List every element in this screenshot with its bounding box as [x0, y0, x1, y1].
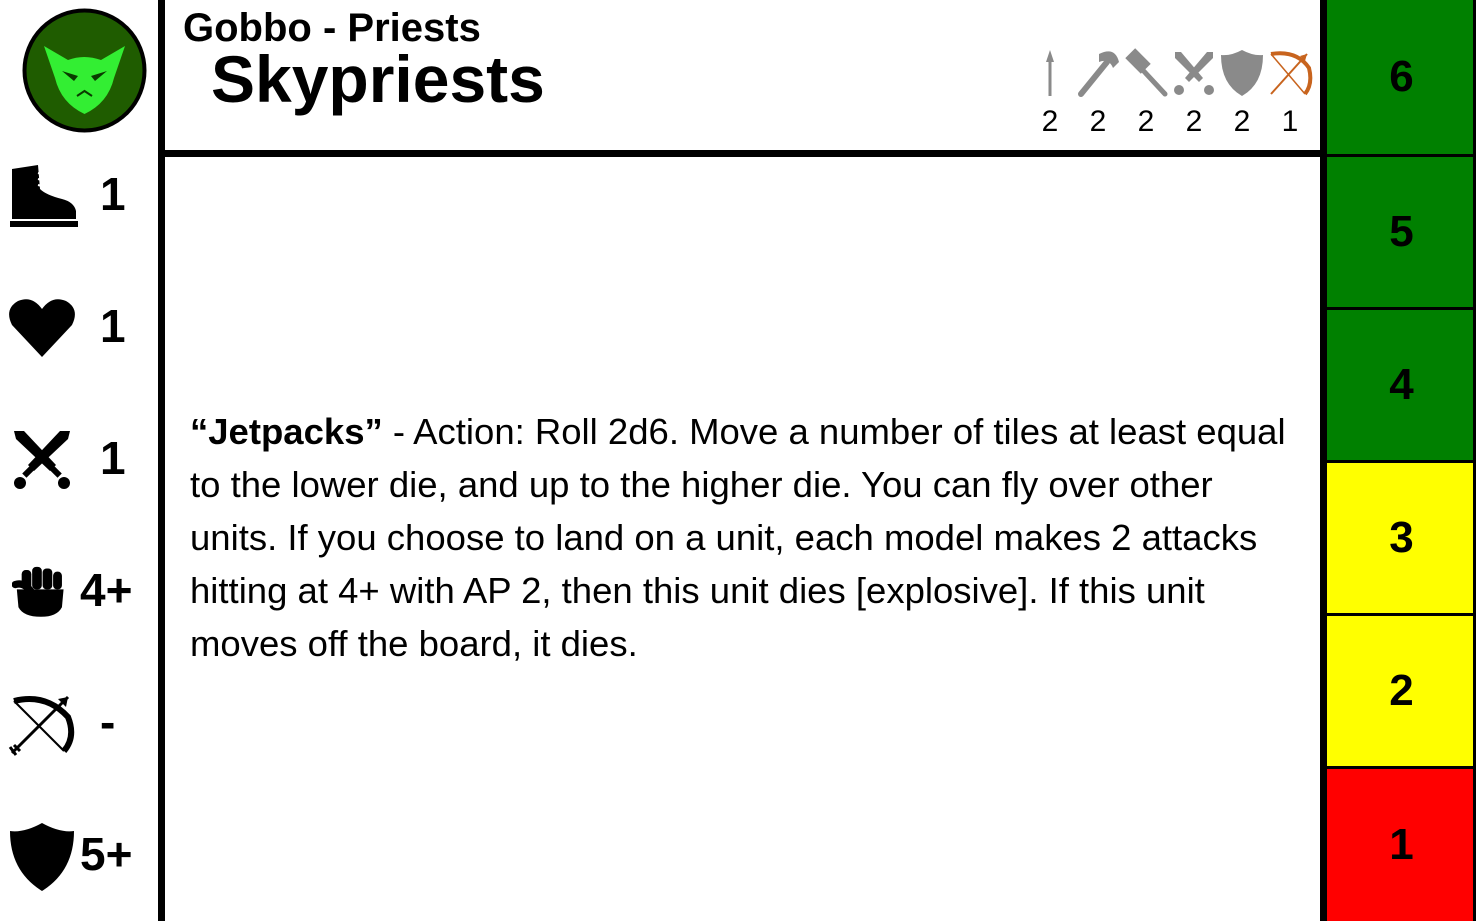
weapon-count: 1	[1281, 105, 1299, 138]
track-value: 2	[1389, 666, 1414, 715]
hammer-icon	[1125, 48, 1168, 97]
stat-value: 1	[100, 300, 126, 352]
track-value: 1	[1389, 820, 1414, 869]
divider	[1320, 0, 1327, 921]
weapon-axe: 2	[1074, 48, 1122, 142]
track-value: 6	[1389, 52, 1414, 101]
axe-icon	[1078, 51, 1119, 97]
stat-health: 1	[0, 277, 158, 387]
stat-melee: 1	[0, 409, 158, 519]
ability-name: “Jetpacks”	[190, 411, 383, 452]
weapon-count: 2	[1233, 105, 1251, 138]
weapon-shield: 2	[1218, 48, 1266, 142]
stat-value: 1	[100, 168, 126, 220]
stat-defense: 5+	[0, 805, 158, 915]
goblin-faction-icon	[22, 8, 147, 133]
track-value: 4	[1389, 360, 1414, 409]
track-cell: 6	[1327, 0, 1476, 154]
spear-icon	[1046, 50, 1054, 96]
track-cell: 1	[1327, 766, 1476, 921]
weapon-swords: 2	[1170, 48, 1218, 142]
unit-card: 1 1 1 4+ - 5+ Gobbo - Priests Skypriests…	[0, 0, 1476, 921]
bow-icon	[8, 695, 75, 756]
card-header: Gobbo - Priests Skypriests 2 2 2 2 2 1	[165, 0, 1320, 150]
weapon-list: 2 2 2 2 2 1	[1026, 48, 1314, 142]
weapon-hammer: 2	[1122, 48, 1170, 142]
track-cell: 4	[1327, 307, 1476, 460]
track-cell: 5	[1327, 154, 1476, 307]
crossed-swords-icon	[1174, 52, 1214, 95]
track-cell: 3	[1327, 460, 1476, 613]
stat-column: 1 1 1 4+ - 5+	[0, 0, 158, 921]
divider	[165, 150, 1320, 157]
stat-value: 4+	[80, 564, 133, 616]
ability-text: “Jetpacks” - Action: Roll 2d6. Move a nu…	[190, 405, 1308, 670]
shield-icon	[10, 823, 74, 891]
fist-icon	[12, 566, 64, 617]
stat-movement: 1	[0, 145, 158, 255]
crossed-swords-icon	[14, 431, 70, 489]
shield-icon	[1221, 50, 1263, 96]
weapon-bow: 1	[1266, 48, 1314, 142]
track-value: 3	[1389, 513, 1414, 562]
weapon-count: 2	[1089, 105, 1107, 138]
stat-value: 5+	[80, 828, 133, 880]
boot-icon	[10, 165, 78, 227]
heart-icon	[9, 299, 75, 357]
weapon-spear: 2	[1026, 48, 1074, 142]
bow-icon	[1270, 51, 1313, 96]
weapon-count: 2	[1041, 105, 1059, 138]
track-cell: 2	[1327, 613, 1476, 766]
unit-title: Skypriests	[211, 42, 545, 116]
stat-ranged-skill: -	[0, 673, 158, 783]
stat-melee-skill: 4+	[0, 541, 158, 651]
weapon-count: 2	[1185, 105, 1203, 138]
weapon-count: 2	[1137, 105, 1155, 138]
stat-value: -	[100, 696, 116, 748]
track-value: 5	[1389, 207, 1414, 256]
stat-value: 1	[100, 432, 126, 484]
damage-track: 6 5 4 3 2 1	[1327, 0, 1476, 921]
divider	[158, 0, 165, 921]
